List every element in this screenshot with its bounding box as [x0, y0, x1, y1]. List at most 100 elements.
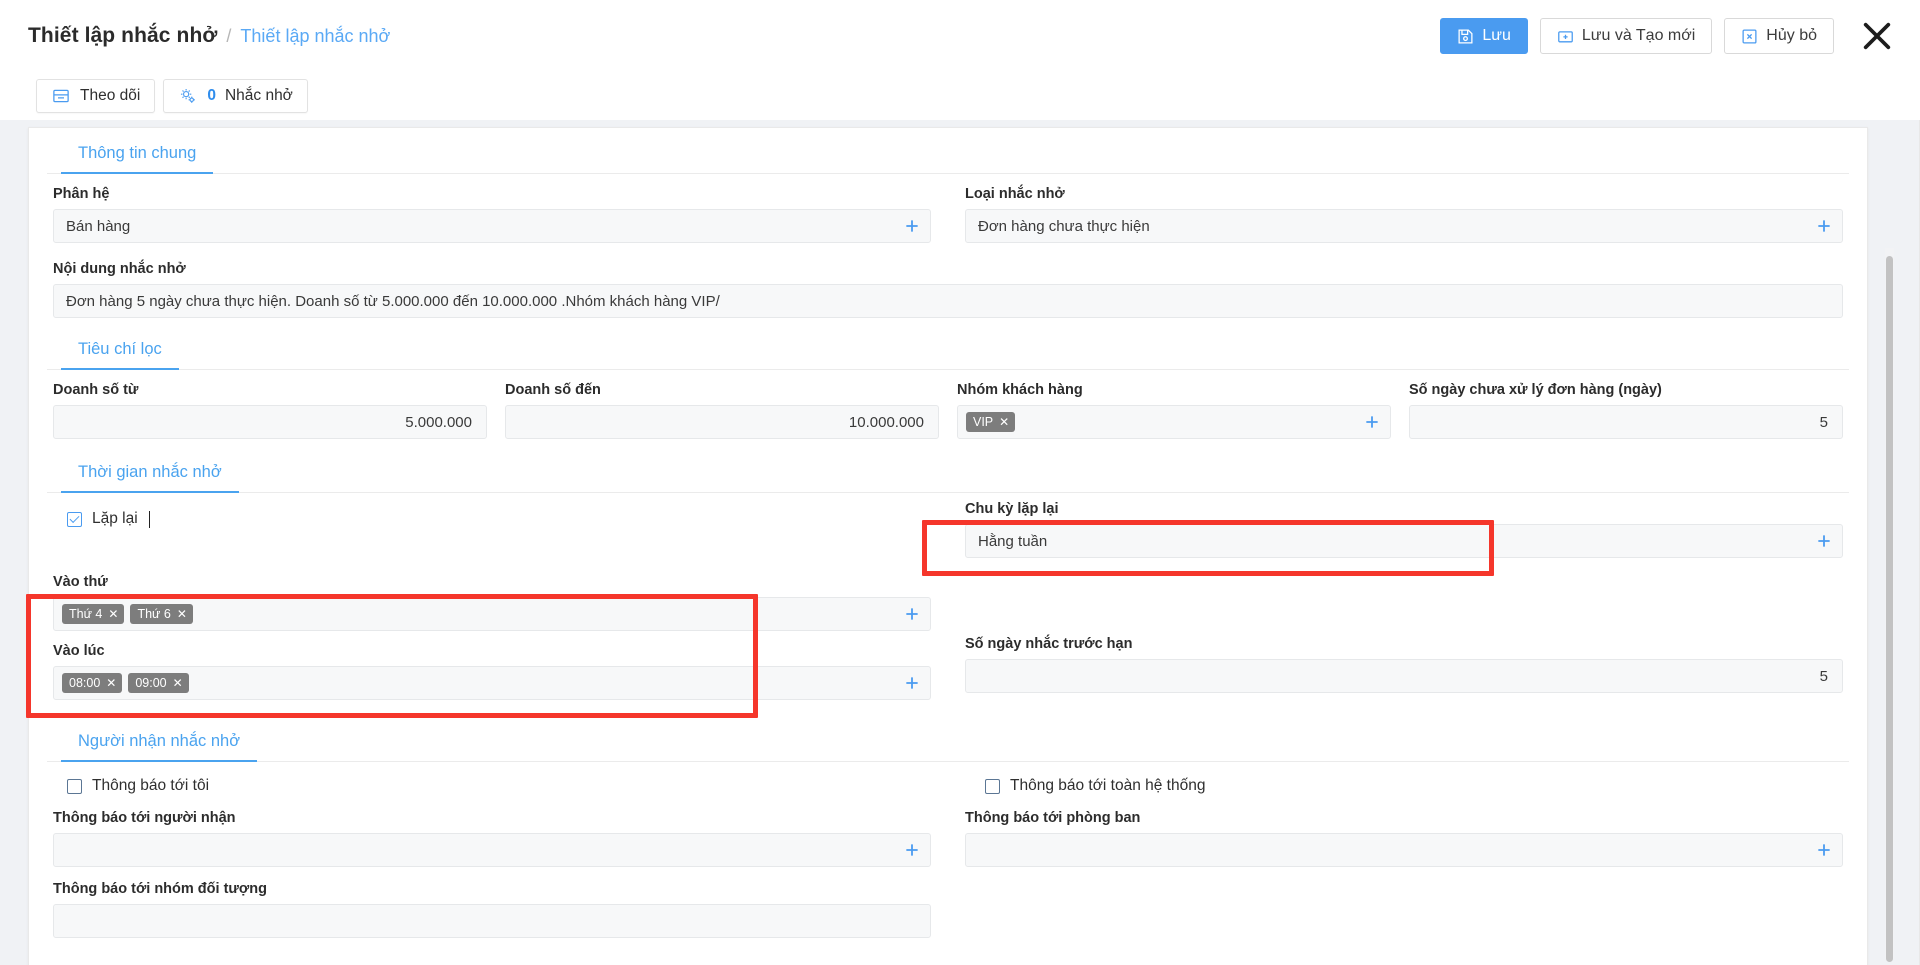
tab-thoi-gian-nhac-nho[interactable]: Thời gian nhắc nhở [61, 449, 239, 493]
label-doanh-so-tu: Doanh số từ [53, 382, 139, 398]
value-doanh-so-tu: 5.000.000 [405, 413, 472, 431]
input-vao-luc[interactable]: 08:00 ✕ 09:00 ✕ [53, 666, 931, 700]
tag-label: VIP [973, 415, 994, 429]
plus-icon[interactable] [904, 606, 920, 622]
tab-tieu-chi-loc[interactable]: Tiêu chí lọc [61, 326, 179, 370]
input-doanh-so-den[interactable]: 10.000.000 [505, 405, 939, 439]
input-noi-dung-nhac-nho[interactable]: Đơn hàng 5 ngày chưa thực hiện. Doanh số… [53, 284, 1843, 318]
breadcrumb: Thiết lập nhắc nhở / Thiết lập nhắc nhở [28, 24, 390, 48]
tag-remove-icon[interactable]: ✕ [106, 677, 116, 689]
field-so-ngay-chua-xu-ly: Số ngày chưa xử lý đơn hàng (ngày) 5 [1409, 382, 1843, 439]
breadcrumb-link[interactable]: Thiết lập nhắc nhở [240, 26, 390, 47]
recipients-col-person: Thông báo tới người nhận [53, 810, 931, 873]
value-loai-nhac-nho: Đơn hàng chưa thực hiện [978, 217, 1150, 235]
tag-remove-icon[interactable]: ✕ [177, 608, 187, 620]
schedule-col-right-days-before: Số ngày nhắc trước hạn 5 [965, 574, 1843, 706]
reminder-label: Nhắc nhở [224, 87, 293, 104]
save-button[interactable]: Lưu [1440, 18, 1528, 54]
input-nhom-khach-hang[interactable]: VIP ✕ [957, 405, 1391, 439]
input-so-ngay-nhac-truoc-han[interactable]: 5 [965, 659, 1843, 693]
field-noi-dung-nhac-nho: Nội dung nhắc nhở Đơn hàng 5 ngày chưa t… [53, 261, 1843, 318]
vertical-scrollbar[interactable] [1885, 248, 1894, 962]
form-content: Thông tin chung Phân hệ Bán hàng Loại nh… [29, 128, 1867, 944]
filter-col-revenue-to: Doanh số đến 10.000.000 [505, 382, 939, 445]
tag-item[interactable]: 08:00 ✕ [62, 673, 123, 693]
recipients-checkbox-row: Thông báo tới tôi Thông báo tới toàn hệ … [53, 762, 1843, 804]
x-box-icon [1741, 28, 1758, 45]
plus-icon[interactable] [1816, 218, 1832, 234]
tag-remove-icon[interactable]: ✕ [999, 416, 1009, 428]
value-phan-he: Bán hàng [66, 217, 131, 235]
follow-button[interactable]: Theo dõi [36, 79, 156, 113]
input-vao-thu[interactable]: Thứ 4 ✕ Thứ 6 ✕ [53, 597, 931, 631]
label-thong-bao-toi-nhom-doi-tuong: Thông báo tới nhóm đối tượng [53, 881, 267, 897]
plus-icon[interactable] [904, 842, 920, 858]
field-doanh-so-den: Doanh số đến 10.000.000 [505, 382, 939, 439]
schedule-col-right-cycle: Chu kỳ lặp lại Hằng tuần [965, 497, 1843, 564]
field-thong-bao-toi-nguoi-nhan: Thông báo tới người nhận [53, 810, 931, 867]
recipients-col-right-cb: Thông báo tới toàn hệ thống [965, 764, 1843, 804]
gears-icon [178, 87, 198, 105]
page-header: Thiết lập nhắc nhở / Thiết lập nhắc nhở … [0, 0, 1920, 72]
reminder-count: 0 [207, 87, 216, 104]
field-doanh-so-tu: Doanh số từ 5.000.000 [53, 382, 487, 439]
entity-toolbar: Theo dõi 0 Nhắc nhở [0, 72, 1920, 120]
notify-all-checkbox[interactable] [985, 778, 1000, 794]
filter-col-revenue-from: Doanh số từ 5.000.000 [53, 382, 487, 445]
value-so-ngay-chua-xu-ly: 5 [1819, 413, 1828, 431]
repeat-checkbox[interactable] [67, 511, 82, 527]
label-chu-ky-lap-lai: Chu kỳ lặp lại [965, 501, 1059, 517]
input-doanh-so-tu[interactable]: 5.000.000 [53, 405, 487, 439]
field-thong-bao-toi-phong-ban: Thông báo tới phòng ban [965, 810, 1843, 867]
input-chu-ky-lap-lai[interactable]: Hằng tuần [965, 524, 1843, 558]
label-vao-luc: Vào lúc [53, 643, 105, 659]
input-so-ngay-chua-xu-ly[interactable]: 5 [1409, 405, 1843, 439]
input-phan-he[interactable]: Bán hàng [53, 209, 931, 243]
breadcrumb-separator: / [226, 26, 232, 46]
input-thong-bao-toi-nhom-doi-tuong[interactable] [53, 904, 931, 938]
recipients-col-spacer [965, 881, 1843, 944]
tag-item[interactable]: Thứ 4 ✕ [62, 604, 125, 624]
close-icon[interactable] [1856, 15, 1898, 57]
repeat-checkbox-row[interactable]: Lặp lại [53, 497, 931, 537]
general-col-left: Phân hệ Bán hàng [53, 186, 931, 249]
field-nhom-khach-hang: Nhóm khách hàng VIP ✕ [957, 382, 1391, 439]
tag-item[interactable]: Thứ 6 ✕ [130, 604, 193, 624]
form-card: Thông tin chung Phân hệ Bán hàng Loại nh… [28, 127, 1868, 965]
plus-icon[interactable] [904, 675, 920, 691]
notify-all-label[interactable]: Thông báo tới toàn hệ thống [1010, 777, 1205, 795]
tab-nguoi-nhan-nhac-nho[interactable]: Người nhận nhắc nhở [61, 718, 258, 762]
tab-thong-tin-chung[interactable]: Thông tin chung [61, 130, 214, 174]
general-col-right: Loại nhắc nhở Đơn hàng chưa thực hiện [965, 186, 1843, 249]
schedule-col-left-days-times: Vào thứ Thứ 4 ✕ Thứ 6 ✕ Vào lúc 08:00 ✕ … [53, 574, 931, 706]
notify-me-label[interactable]: Thông báo tới tôi [92, 777, 209, 795]
field-vao-luc: Vào lúc 08:00 ✕ 09:00 ✕ [53, 643, 931, 700]
tag-item[interactable]: VIP ✕ [966, 412, 1016, 432]
label-vao-thu: Vào thứ [53, 574, 108, 590]
label-so-ngay-nhac-truoc-han: Số ngày nhắc trước hạn [965, 636, 1133, 652]
field-chu-ky-lap-lai: Chu kỳ lặp lại Hằng tuần [965, 501, 1843, 558]
content-field-row: Nội dung nhắc nhở Đơn hàng 5 ngày chưa t… [53, 249, 1843, 318]
tag-item[interactable]: 09:00 ✕ [128, 673, 189, 693]
repeat-checkbox-label[interactable]: Lặp lại [92, 510, 138, 528]
plus-icon[interactable] [904, 218, 920, 234]
scrollbar-thumb[interactable] [1886, 256, 1893, 962]
page-body: Thông tin chung Phân hệ Bán hàng Loại nh… [0, 120, 1920, 965]
reminder-count-button[interactable]: 0 Nhắc nhở [163, 79, 308, 113]
tag-label: Thứ 6 [137, 607, 171, 621]
input-thong-bao-toi-phong-ban[interactable] [965, 833, 1843, 867]
cancel-button[interactable]: Hủy bỏ [1724, 18, 1834, 54]
tag-remove-icon[interactable]: ✕ [108, 608, 118, 620]
schedule-col-left-repeat: Lặp lại [53, 497, 931, 564]
notify-me-row[interactable]: Thông báo tới tôi [53, 764, 931, 804]
save-and-new-button[interactable]: Lưu và Tạo mới [1539, 18, 1713, 54]
notify-all-row[interactable]: Thông báo tới toàn hệ thống [965, 764, 1843, 804]
plus-icon[interactable] [1816, 533, 1832, 549]
notify-me-checkbox[interactable] [67, 778, 82, 794]
input-thong-bao-toi-nguoi-nhan[interactable] [53, 833, 931, 867]
label-loai-nhac-nho: Loại nhắc nhở [965, 186, 1065, 202]
tag-remove-icon[interactable]: ✕ [173, 677, 183, 689]
plus-icon[interactable] [1816, 842, 1832, 858]
input-loai-nhac-nho[interactable]: Đơn hàng chưa thực hiện [965, 209, 1843, 243]
plus-icon[interactable] [1364, 414, 1380, 430]
